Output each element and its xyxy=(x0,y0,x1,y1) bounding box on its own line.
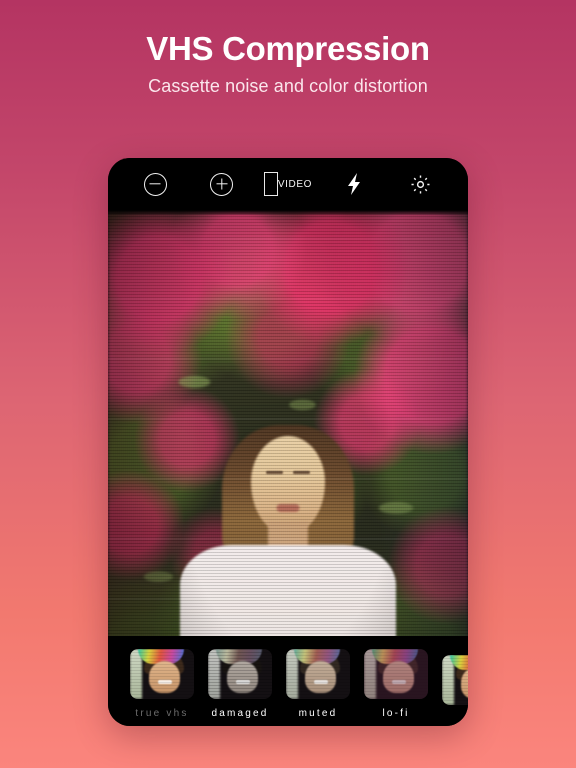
capture-mode-button[interactable]: VIDEO xyxy=(263,169,313,199)
video-mode-chip: VIDEO xyxy=(263,172,313,196)
filter-item-muted[interactable]: muted xyxy=(286,649,350,719)
thumbnail-backdrop xyxy=(364,649,376,699)
lightning-bolt-icon xyxy=(348,173,361,195)
filter-thumbnail xyxy=(208,649,272,699)
filter-thumbnail xyxy=(286,649,350,699)
filter-label: damaged xyxy=(211,708,269,719)
zoom-in-button[interactable] xyxy=(200,169,244,199)
plus-circle-icon xyxy=(210,172,234,196)
vhs-top-bar xyxy=(108,210,468,215)
filter-filmstrip[interactable]: true vhs damaged muted lo-fi xyxy=(108,636,468,726)
filter-label: muted xyxy=(298,708,338,719)
filter-item-next[interactable] xyxy=(442,654,468,714)
thumbnail-image xyxy=(364,649,428,699)
filter-item-true-vhs[interactable]: true vhs xyxy=(130,649,194,719)
filter-thumbnail xyxy=(364,649,428,699)
thumbnail-smile xyxy=(392,680,407,684)
thumbnail-grain xyxy=(208,649,272,699)
thumbnail-grain xyxy=(286,649,350,699)
page-subtitle: Cassette noise and color distortion xyxy=(148,75,428,96)
zoom-out-button[interactable] xyxy=(133,169,177,199)
settings-button[interactable] xyxy=(399,169,443,199)
thumbnail-face xyxy=(383,661,414,693)
filter-item-damaged[interactable]: damaged xyxy=(208,649,272,719)
thumbnail-grain xyxy=(364,649,428,699)
minus-circle-icon xyxy=(143,172,167,196)
flash-button[interactable] xyxy=(332,169,376,199)
thumbnail-headband xyxy=(371,649,418,664)
vhs-camera-promo-screen: VHS Compression Cassette noise and color… xyxy=(0,0,576,768)
page-title: VHS Compression xyxy=(146,30,430,67)
promo-header: VHS Compression Cassette noise and color… xyxy=(0,0,576,97)
filter-label: lo-fi xyxy=(382,708,410,719)
filter-thumbnail xyxy=(130,649,194,699)
phone-mockup: VIDEO true vhs damaged muted lo-fi xyxy=(108,158,468,726)
filter-item-lo-fi[interactable]: lo-fi xyxy=(364,649,428,719)
thumbnail-grain xyxy=(130,649,194,699)
capture-mode-label: VIDEO xyxy=(277,178,313,190)
thumbnail-hair xyxy=(378,651,418,674)
filter-thumbnail xyxy=(442,654,468,705)
bracket-left-icon xyxy=(263,172,271,196)
camera-toolbar: VIDEO xyxy=(108,158,468,210)
filter-label: true vhs xyxy=(135,708,189,719)
thumbnail-grain xyxy=(442,654,468,705)
gear-icon xyxy=(411,174,430,194)
bracket-right-icon xyxy=(270,172,278,196)
